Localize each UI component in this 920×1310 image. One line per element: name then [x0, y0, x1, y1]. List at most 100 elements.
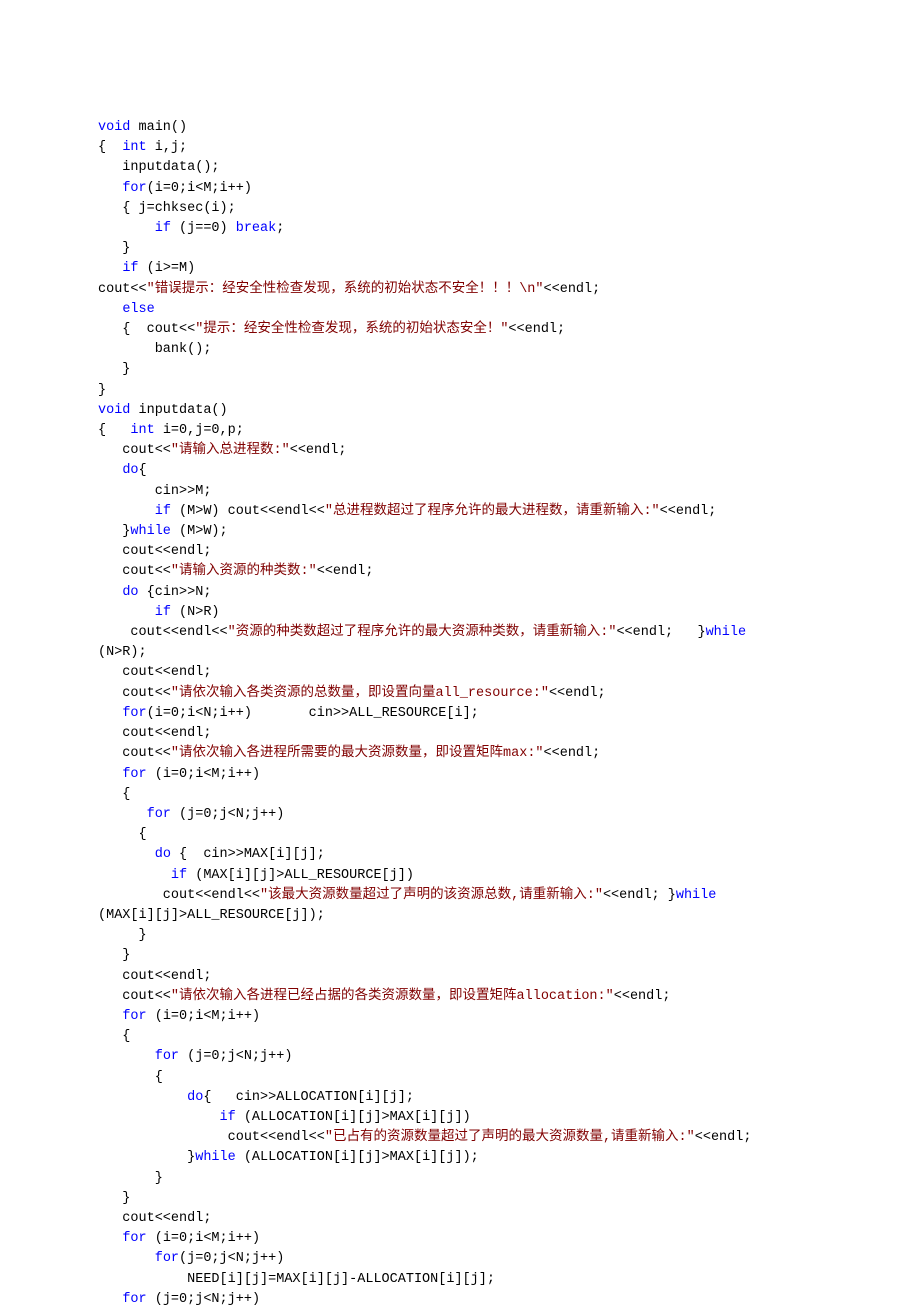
text-token	[98, 1292, 122, 1307]
code-line: {	[98, 1070, 163, 1085]
text-token: (j=0;j<N;j++)	[147, 1292, 260, 1307]
text-token: inputdata()	[130, 403, 227, 418]
text-token: <<endl;	[549, 686, 606, 701]
code-line: { cout<<"提示：经安全性检查发现，系统的初始状态安全！"<<endl;	[98, 322, 565, 337]
text-token: (i=0;i<N;i++) cin>>ALL_RESOURCE[i];	[147, 706, 479, 721]
text-token: <<endl; }	[616, 625, 705, 640]
code-line: cout<<"请依次输入各进程所需要的最大资源数量，即设置矩阵max:"<<en…	[98, 746, 600, 761]
text-token	[98, 605, 155, 620]
code-line: if (ALLOCATION[i][j]>MAX[i][j])	[98, 1110, 471, 1125]
text-token	[98, 181, 122, 196]
code-line: for (i=0;i<M;i++)	[98, 767, 260, 782]
keyword-token: while	[130, 524, 171, 539]
text-token: {	[139, 463, 147, 478]
text-token: }	[98, 928, 147, 943]
code-line: do {cin>>N;	[98, 585, 211, 600]
code-line: for (j=0;j<N;j++)	[98, 1292, 260, 1307]
keyword-token: for	[155, 1251, 179, 1266]
text-token: <<endl; }	[603, 888, 676, 903]
text-token: (i=0;i<M;i++)	[147, 767, 260, 782]
text-token	[98, 1251, 155, 1266]
string-token: "提示：经安全性检查发现，系统的初始状态安全！"	[195, 322, 508, 337]
keyword-token: for	[122, 1231, 146, 1246]
type-token: int	[130, 423, 154, 438]
text-token	[98, 1110, 220, 1125]
code-line: cout<<"请依次输入各类资源的总数量，即设置向量all_resource:"…	[98, 686, 606, 701]
text-token	[98, 261, 122, 276]
code-line: if (N>R)	[98, 605, 220, 620]
text-token	[98, 1009, 122, 1024]
code-line: (N>R);	[98, 645, 147, 660]
text-token: cout<<endl;	[98, 969, 211, 984]
text-token: <<endl;	[317, 564, 374, 579]
text-token: cout<<	[98, 989, 171, 1004]
code-line: {	[98, 787, 130, 802]
keyword-token: else	[122, 302, 154, 317]
text-token: { cin>>MAX[i][j];	[171, 847, 325, 862]
text-token: <<endl;	[544, 282, 601, 297]
text-token: <<endl;	[695, 1130, 752, 1145]
code-line: if (j==0) break;	[98, 221, 284, 236]
text-token: {	[98, 1029, 130, 1044]
text-token: inputdata();	[98, 160, 220, 175]
text-token: (i=0;i<M;i++)	[147, 1231, 260, 1246]
keyword-token: while	[195, 1150, 236, 1165]
text-token: (N>R);	[98, 645, 147, 660]
keyword-token: for	[155, 1049, 179, 1064]
text-token: (M>W);	[171, 524, 228, 539]
text-token: (j=0;j<N;j++)	[179, 1049, 292, 1064]
text-token	[98, 1049, 155, 1064]
code-line: }	[98, 362, 130, 377]
string-token: "请依次输入各类资源的总数量，即设置向量all_resource:"	[171, 686, 549, 701]
code-line: for(i=0;i<M;i++)	[98, 181, 252, 196]
code-line: cout<<endl<<"已占有的资源数量超过了声明的最大资源数量,请重新输入:…	[98, 1130, 751, 1145]
code-line: { int i=0,j=0,p;	[98, 423, 244, 438]
text-token: }	[98, 1150, 195, 1165]
code-line: inputdata();	[98, 160, 220, 175]
text-token: i=0,j=0,p;	[155, 423, 244, 438]
text-token: i,j;	[147, 140, 188, 155]
code-line: if (MAX[i][j]>ALL_RESOURCE[j])	[98, 868, 414, 883]
string-token: "该最大资源数量超过了声明的该资源总数,请重新输入:"	[260, 888, 603, 903]
text-token: cout<<	[98, 282, 147, 297]
text-token: (M>W) cout<<endl<<	[171, 504, 325, 519]
text-token: (ALLOCATION[i][j]>MAX[i][j])	[236, 1110, 471, 1125]
text-token: { j=chksec(i);	[98, 201, 236, 216]
text-token: (i=0;i<M;i++)	[147, 181, 252, 196]
code-line: void inputdata()	[98, 403, 228, 418]
string-token: "资源的种类数超过了程序允许的最大资源种类数，请重新输入:"	[228, 625, 617, 640]
code-line: }while (M>W);	[98, 524, 228, 539]
code-line: }	[98, 928, 147, 943]
text-token: {	[98, 423, 130, 438]
string-token: "错误提示：经安全性检查发现，系统的初始状态不安全！！！\n"	[147, 282, 544, 297]
code-line: cout<<endl;	[98, 969, 211, 984]
text-token: cout<<	[98, 443, 171, 458]
code-line: for (j=0;j<N;j++)	[98, 807, 284, 822]
keyword-token: do	[187, 1090, 203, 1105]
keyword-token: for	[122, 181, 146, 196]
text-token: cout<<endl<<	[98, 1130, 325, 1145]
code-line: for (i=0;i<M;i++)	[98, 1231, 260, 1246]
text-token: { cin>>ALLOCATION[i][j];	[203, 1090, 414, 1105]
text-token: (ALLOCATION[i][j]>MAX[i][j]);	[236, 1150, 479, 1165]
keyword-token: if	[155, 504, 171, 519]
keyword-token: if	[155, 221, 171, 236]
code-line: { int i,j;	[98, 140, 187, 155]
code-line: for (j=0;j<N;j++)	[98, 1049, 292, 1064]
keyword-token: do	[122, 585, 138, 600]
string-token: "请输入总进程数:"	[171, 443, 290, 458]
string-token: "总进程数超过了程序允许的最大进程数，请重新输入:"	[325, 504, 660, 519]
code-line: }	[98, 1191, 130, 1206]
text-token: }	[98, 383, 106, 398]
text-token	[98, 463, 122, 478]
code-line: }while (ALLOCATION[i][j]>MAX[i][j]);	[98, 1150, 479, 1165]
text-token	[98, 767, 122, 782]
text-token	[98, 847, 155, 862]
code-line: cout<<endl;	[98, 544, 211, 559]
keyword-token: if	[122, 261, 138, 276]
text-token: }	[98, 1191, 130, 1206]
code-line: }	[98, 1171, 163, 1186]
text-token: (MAX[i][j]>ALL_RESOURCE[j]);	[98, 908, 325, 923]
code-line: for (i=0;i<M;i++)	[98, 1009, 260, 1024]
code-line: {	[98, 827, 147, 842]
